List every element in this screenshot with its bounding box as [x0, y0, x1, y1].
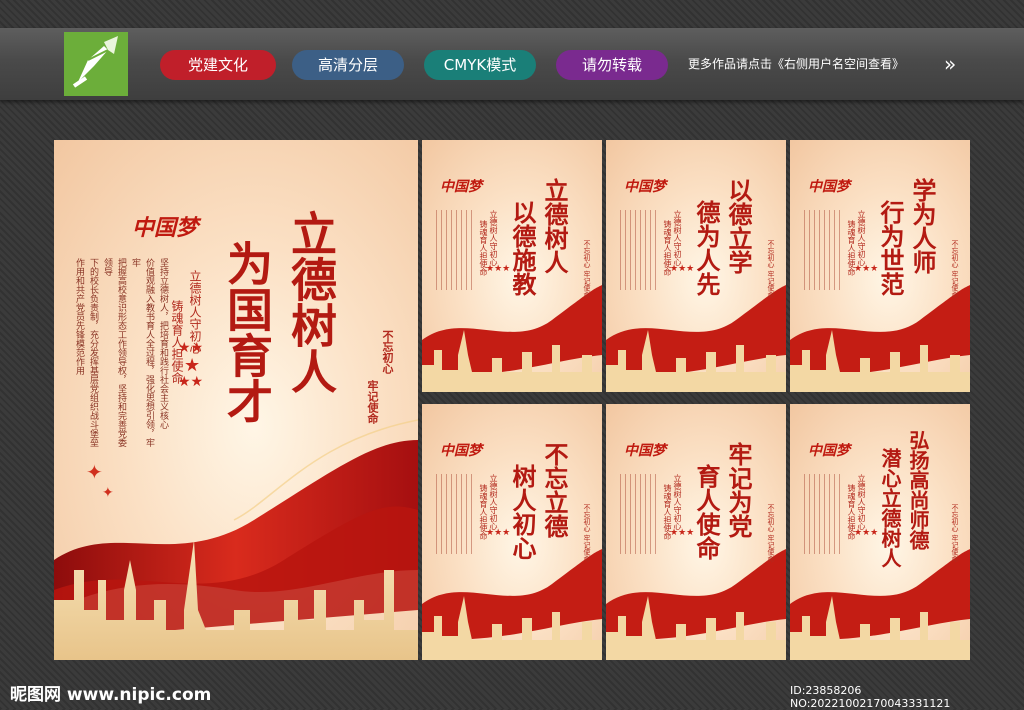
china-dream-brand: 中国梦	[808, 443, 850, 459]
poster-title-col2: 以德施教	[508, 200, 537, 296]
china-dream-brand: 中国梦	[440, 179, 482, 195]
small-poster-3: 中国梦 学为人师 行为世范 立德树人守初心 铸魂育人担使命 不忘初心 牢记使命 …	[790, 140, 970, 392]
main-body-text: 坚持立德树人，把培育和践行社会主义核心 价值观融入教书育人全过程，强化思想引领，…	[72, 258, 170, 448]
poster-subtitle-col1: 立德树人守初心	[489, 474, 498, 530]
poster-subtitle-col1: 立德树人守初心	[489, 210, 498, 266]
poster-title-col2: 潜心立德树人	[878, 448, 902, 568]
poster-subtitle-col1: 立德树人守初心	[857, 210, 866, 266]
china-dream-brand: 中国梦	[808, 179, 850, 195]
main-title-col1: 立德树人	[284, 210, 338, 394]
poster-body-text-block	[436, 210, 472, 290]
star-icon: ★★★	[670, 264, 695, 274]
poster-side-slogan: 不忘初心 牢记使命	[951, 504, 959, 563]
star-icon: ★★★	[854, 264, 879, 274]
star-icon: ★★	[178, 340, 204, 356]
small-poster-1: 中国梦 立德树人 以德施教 立德树人守初心 铸魂育人担使命 不忘初心 牢记使命 …	[422, 140, 602, 392]
small-poster-6: 中国梦 弘扬高尚师德 潜心立德树人 立德树人守初心 铸魂育人担使命 不忘初心 牢…	[790, 404, 970, 660]
poster-side-slogan: 不忘初心 牢记使命	[767, 504, 775, 563]
pen-logo-icon	[64, 32, 128, 96]
poster-title-col1: 学为人师	[908, 178, 937, 274]
poster-title-col2: 行为世范	[876, 200, 905, 296]
small-poster-4: 中国梦 不忘立德 树人初心 立德树人守初心 铸魂育人担使命 不忘初心 牢记使命 …	[422, 404, 602, 660]
poster-side-slogan: 不忘初心 牢记使命	[583, 240, 591, 299]
body-line: 下的校长负责制，充分发挥基层党组织战斗堡垒	[88, 258, 98, 447]
poster-side-slogan: 不忘初心 牢记使命	[951, 240, 959, 299]
poster-title-col2: 育人使命	[692, 464, 721, 560]
star-icon: ★★★	[670, 528, 695, 538]
star-icon: ★★★	[486, 528, 511, 538]
china-dream-brand: 中国梦	[440, 443, 482, 459]
tag-party-culture[interactable]: 党建文化	[160, 50, 276, 80]
poster-body-text-block	[620, 210, 656, 290]
poster-subtitle-col1: 立德树人守初心	[673, 474, 682, 530]
poster-title-col2: 德为人先	[692, 200, 721, 296]
star-icon: ★★★	[854, 528, 879, 538]
body-line: 把握高校意识形态工作领导权，坚持和完善党委领导	[102, 258, 126, 447]
poster-body-text-block	[436, 474, 472, 554]
side-slogan-1: 不忘初心	[381, 330, 394, 374]
poster-title-col1: 牢记为党	[724, 442, 753, 538]
poster-title-col1: 以德立学	[724, 178, 753, 274]
poster-subtitle-col1: 立德树人守初心	[857, 474, 866, 530]
china-dream-brand: 中国梦	[624, 443, 666, 459]
main-title-col2: 为国育才	[220, 240, 274, 424]
tag-cmyk[interactable]: CMYK模式	[424, 50, 536, 80]
body-line: 价值观融入教书育人全过程，强化思想引领，牢牢	[130, 258, 154, 447]
tag-label: 高清分层	[317, 56, 378, 74]
double-chevron-right-icon[interactable]: »	[944, 54, 956, 74]
poster-title-col1: 不忘立德	[540, 442, 569, 538]
star-icon: ★★★	[486, 264, 511, 274]
site-watermark: 昵图网 www.nipic.com	[10, 685, 212, 705]
tag-label: 党建文化	[187, 56, 248, 74]
notice-text: 更多作品请点击《右侧用户名空间查看》	[688, 57, 905, 71]
china-dream-brand: 中国梦	[624, 179, 666, 195]
poster-body-text-block	[804, 474, 840, 554]
body-line: 作用和共产党员先锋模范作用	[74, 258, 84, 375]
poster-title-col1: 立德树人	[540, 178, 569, 274]
tag-label: 请勿转载	[581, 56, 642, 74]
tag-no-repost[interactable]: 请勿转载	[556, 50, 668, 80]
poster-body-text-block	[804, 210, 840, 290]
tag-label: CMYK模式	[443, 56, 517, 74]
poster-side-slogan: 不忘初心 牢记使命	[767, 240, 775, 299]
dove-icon: ✦	[102, 485, 114, 501]
main-poster: 中国梦 立德树人 为国育才 立德树人守初心 铸魂育人担使命 坚持立德树人，把培育…	[54, 140, 418, 660]
china-dream-brand: 中国梦	[132, 215, 199, 241]
star-icon: ★	[184, 355, 201, 376]
star-icon: ★★	[178, 374, 204, 390]
dove-icon: ✦	[86, 460, 103, 484]
poster-side-slogan: 不忘初心 牢记使命	[583, 504, 591, 563]
small-poster-2: 中国梦 以德立学 德为人先 立德树人守初心 铸魂育人担使命 不忘初心 牢记使命 …	[606, 140, 786, 392]
poster-body-text-block	[620, 474, 656, 554]
tag-hd-layers[interactable]: 高清分层	[292, 50, 404, 80]
poster-subtitle-col1: 立德树人守初心	[673, 210, 682, 266]
poster-title-col2: 树人初心	[508, 464, 537, 560]
small-poster-5: 中国梦 牢记为党 育人使命 立德树人守初心 铸魂育人担使命 不忘初心 牢记使命 …	[606, 404, 786, 660]
side-slogan-2: 牢记使命	[366, 380, 379, 424]
body-line: 坚持立德树人，把培育和践行社会主义核心	[158, 258, 168, 429]
image-id-line: ID:23858206 NO:20221002170043331121	[790, 684, 951, 710]
poster-title-col1: 弘扬高尚师德	[906, 430, 930, 550]
